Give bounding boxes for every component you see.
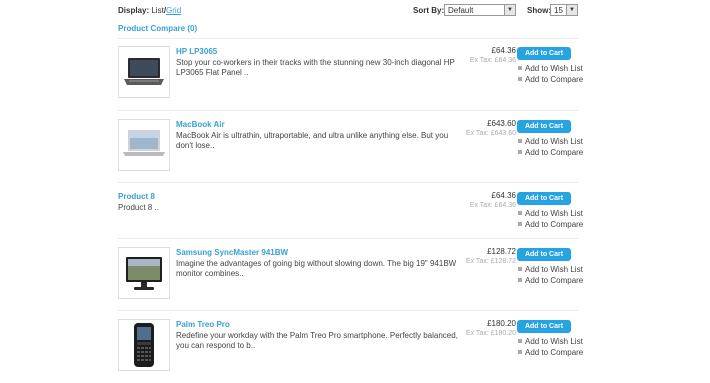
price-value: £643.60 bbox=[487, 119, 516, 128]
bullet-icon bbox=[518, 211, 522, 215]
product-description: Imagine the advantages of going big with… bbox=[176, 259, 457, 278]
price-ex-tax: Ex Tax: £64.36 bbox=[469, 57, 516, 64]
add-to-cart-button[interactable]: Add to Cart bbox=[517, 47, 571, 60]
display-toggle: Display: List/Grid bbox=[118, 6, 181, 15]
bullet-icon bbox=[518, 66, 522, 70]
sort-by-label: Sort By: bbox=[413, 6, 445, 15]
bullet-icon bbox=[518, 278, 522, 282]
compare-label: Add to Compare bbox=[525, 220, 584, 229]
chevron-down-icon: ▼ bbox=[504, 5, 515, 15]
product-item: Samsung SyncMaster 941BW Imagine the adv… bbox=[118, 247, 583, 311]
display-grid-link[interactable]: Grid bbox=[166, 6, 181, 15]
show-count-select[interactable]: 15 ▼ bbox=[550, 4, 578, 16]
add-to-cart-button[interactable]: Add to Cart bbox=[517, 192, 571, 205]
add-to-cart-button[interactable]: Add to Cart bbox=[517, 320, 571, 333]
product-item: Palm Treo Pro Redefine your workday with… bbox=[118, 319, 583, 383]
product-description: Product 8 .. bbox=[118, 203, 159, 212]
product-filter-toolbar: Display: List/Grid Sort By: Default ▼ Sh… bbox=[118, 3, 580, 19]
product-price: £64.36 Ex Tax: £64.36 bbox=[470, 191, 516, 209]
bullet-icon bbox=[518, 267, 522, 271]
wishlist-label: Add to Wish List bbox=[525, 137, 583, 146]
chevron-down-icon: ▼ bbox=[566, 5, 577, 15]
phone-image[interactable] bbox=[118, 319, 170, 371]
add-to-cart-button[interactable]: Add to Cart bbox=[517, 120, 571, 133]
add-to-compare-link[interactable]: Add to Compare bbox=[518, 148, 583, 157]
product-name-link[interactable]: Samsung SyncMaster 941BW bbox=[176, 248, 288, 257]
display-list-option: List bbox=[151, 6, 164, 15]
price-ex-tax: Ex Tax: £643.60 bbox=[465, 130, 516, 137]
sort-by-select[interactable]: Default ▼ bbox=[444, 4, 516, 16]
bullet-icon bbox=[518, 150, 522, 154]
price-ex-tax: Ex Tax: £180.20 bbox=[465, 330, 516, 337]
laptop-image[interactable] bbox=[118, 46, 170, 98]
product-name-link[interactable]: Product 8 bbox=[118, 192, 155, 201]
product-name-link[interactable]: Palm Treo Pro bbox=[176, 320, 230, 329]
sort-by-value: Default bbox=[448, 6, 474, 15]
show-label: Show: bbox=[527, 6, 551, 15]
price-value: £128.72 bbox=[487, 247, 516, 256]
compare-label: Add to Compare bbox=[525, 276, 584, 285]
product-item: Product 8 Product 8 .. £64.36 Ex Tax: £6… bbox=[118, 191, 583, 255]
show-count-value: 15 bbox=[554, 6, 563, 15]
product-description: MacBook Air is ultrathin, ultraportable,… bbox=[176, 131, 449, 150]
wishlist-label: Add to Wish List bbox=[525, 209, 583, 218]
price-ex-tax: Ex Tax: £128.72 bbox=[465, 258, 516, 265]
bullet-icon bbox=[518, 350, 522, 354]
price-ex-tax: Ex Tax: £64.36 bbox=[469, 202, 516, 209]
compare-label: Add to Compare bbox=[525, 148, 584, 157]
compare-label: Add to Compare bbox=[525, 348, 584, 357]
macbook-image[interactable] bbox=[118, 119, 170, 171]
product-price: £643.60 Ex Tax: £643.60 bbox=[466, 119, 516, 137]
add-to-wishlist-link[interactable]: Add to Wish List bbox=[518, 64, 583, 73]
bullet-icon bbox=[518, 339, 522, 343]
bullet-icon bbox=[518, 77, 522, 81]
wishlist-label: Add to Wish List bbox=[525, 337, 583, 346]
add-to-wishlist-link[interactable]: Add to Wish List bbox=[518, 137, 583, 146]
add-to-wishlist-link[interactable]: Add to Wish List bbox=[518, 209, 583, 218]
product-item: MacBook Air MacBook Air is ultrathin, ul… bbox=[118, 119, 583, 183]
compare-label: Add to Compare bbox=[525, 75, 584, 84]
product-name-link[interactable]: HP LP3065 bbox=[176, 47, 217, 56]
divider bbox=[118, 238, 578, 239]
product-description: Stop your co-workers in their tracks wit… bbox=[176, 58, 455, 77]
add-to-compare-link[interactable]: Add to Compare bbox=[518, 220, 583, 229]
divider bbox=[118, 110, 578, 111]
add-to-wishlist-link[interactable]: Add to Wish List bbox=[518, 265, 583, 274]
bullet-icon bbox=[518, 139, 522, 143]
product-price: £64.36 Ex Tax: £64.36 bbox=[470, 46, 516, 64]
product-price: £128.72 Ex Tax: £128.72 bbox=[466, 247, 516, 265]
price-value: £180.20 bbox=[487, 319, 516, 328]
add-to-compare-link[interactable]: Add to Compare bbox=[518, 276, 583, 285]
wishlist-label: Add to Wish List bbox=[525, 64, 583, 73]
add-to-cart-button[interactable]: Add to Cart bbox=[517, 248, 571, 261]
divider bbox=[118, 38, 578, 39]
price-value: £64.36 bbox=[491, 191, 516, 200]
add-to-compare-link[interactable]: Add to Compare bbox=[518, 75, 583, 84]
product-description: Redefine your workday with the Palm Treo… bbox=[176, 331, 458, 350]
product-compare-link[interactable]: Product Compare (0) bbox=[118, 24, 197, 33]
add-to-wishlist-link[interactable]: Add to Wish List bbox=[518, 337, 583, 346]
product-price: £180.20 Ex Tax: £180.20 bbox=[466, 319, 516, 337]
divider bbox=[118, 182, 578, 183]
wishlist-label: Add to Wish List bbox=[525, 265, 583, 274]
price-value: £64.36 bbox=[491, 46, 516, 55]
add-to-compare-link[interactable]: Add to Compare bbox=[518, 348, 583, 357]
divider bbox=[118, 310, 578, 311]
display-label: Display: bbox=[118, 6, 150, 15]
product-name-link[interactable]: MacBook Air bbox=[176, 120, 225, 129]
bullet-icon bbox=[518, 222, 522, 226]
monitor-image[interactable] bbox=[118, 247, 170, 299]
product-item: HP LP3065 Stop your co-workers in their … bbox=[118, 46, 583, 110]
